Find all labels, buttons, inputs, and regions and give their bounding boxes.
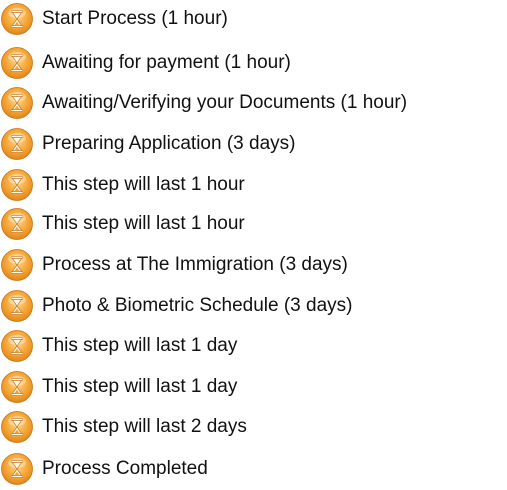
step-item: Process at The Immigration (3 days) — [0, 248, 348, 282]
step-item: This step will last 1 hour — [0, 207, 245, 241]
step-label: This step will last 1 day — [42, 376, 238, 397]
step-item: This step will last 1 day — [0, 370, 237, 404]
hourglass-icon — [0, 248, 34, 282]
step-item: Awaiting for payment (1 hour) — [0, 46, 291, 80]
step-label: This step will last 1 day — [42, 335, 238, 356]
step-item: This step will last 2 days — [0, 410, 247, 444]
step-item: Process Completed — [0, 452, 208, 486]
hourglass-icon — [0, 207, 34, 241]
hourglass-icon — [0, 370, 34, 404]
step-item: Photo & Biometric Schedule (3 days) — [0, 289, 353, 323]
hourglass-icon — [0, 168, 34, 202]
step-item: Preparing Application (3 days) — [0, 127, 295, 161]
hourglass-icon — [0, 46, 34, 80]
step-label: This step will last 1 hour — [42, 213, 245, 234]
step-label: This step will last 1 hour — [42, 174, 245, 195]
hourglass-icon — [0, 452, 34, 486]
step-label: Awaiting for payment (1 hour) — [42, 52, 291, 73]
step-item: Awaiting/Verifying your Documents (1 hou… — [0, 86, 407, 120]
step-label: This step will last 2 days — [42, 416, 247, 437]
step-item: This step will last 1 hour — [0, 168, 245, 202]
hourglass-icon — [0, 410, 34, 444]
step-label: Awaiting/Verifying your Documents (1 hou… — [42, 92, 408, 113]
hourglass-icon — [0, 329, 34, 363]
step-item: Start Process (1 hour) — [0, 2, 228, 36]
hourglass-icon — [0, 86, 34, 120]
step-label: Process Completed — [42, 458, 208, 479]
step-label: Start Process (1 hour) — [42, 8, 228, 29]
step-item: This step will last 1 day — [0, 329, 237, 363]
step-label: Preparing Application (3 days) — [42, 133, 296, 154]
hourglass-icon — [0, 289, 34, 323]
hourglass-icon — [0, 2, 34, 36]
step-label: Photo & Biometric Schedule (3 days) — [42, 295, 353, 316]
hourglass-icon — [0, 127, 34, 161]
step-label: Process at The Immigration (3 days) — [42, 254, 348, 275]
